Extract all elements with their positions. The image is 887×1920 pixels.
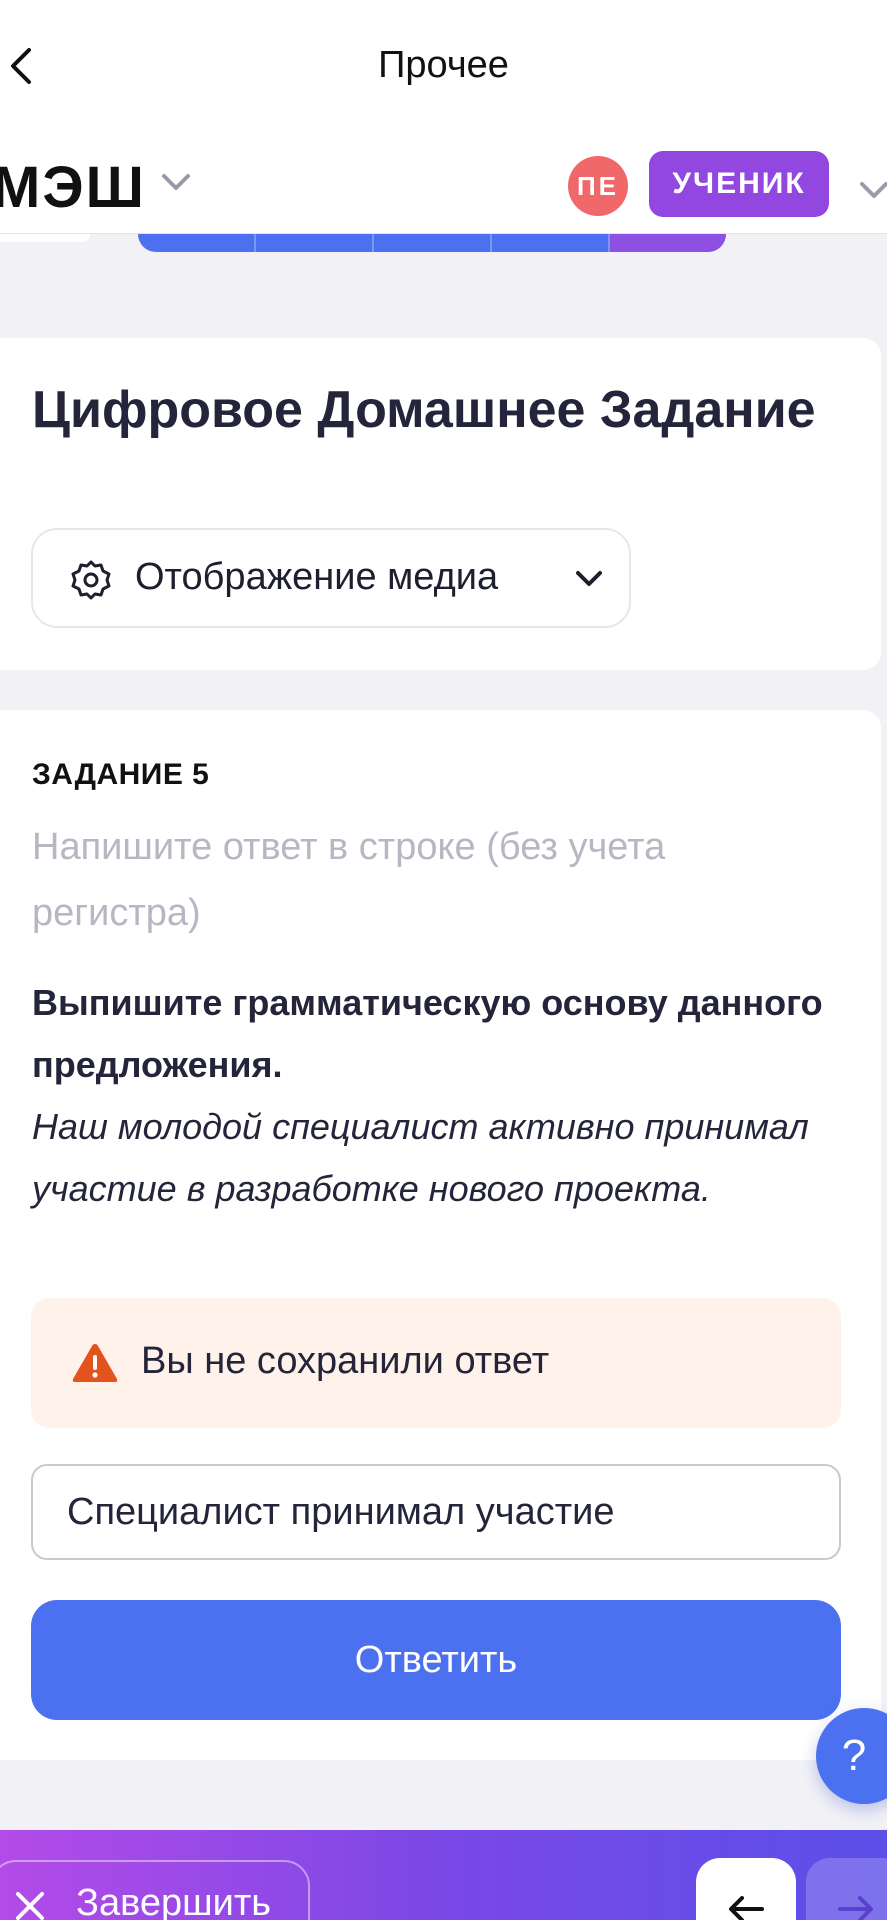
progress-segment[interactable] xyxy=(256,234,374,252)
app-logo[interactable]: МЭШ xyxy=(0,154,146,221)
task-progress-strip[interactable] xyxy=(138,234,726,252)
progress-segment[interactable] xyxy=(374,234,492,252)
next-task-button[interactable] xyxy=(806,1858,887,1920)
chevron-down-icon xyxy=(576,571,602,586)
finish-label: Завершить xyxy=(76,1882,272,1920)
unsaved-warning: Вы не сохранили ответ xyxy=(31,1298,841,1428)
role-badge[interactable]: УЧЕНИК xyxy=(649,151,829,217)
media-display-dropdown[interactable]: Отображение медиа xyxy=(31,528,631,628)
progress-segment[interactable] xyxy=(492,234,610,252)
task-hint: Напишите ответ в строке (без учета регис… xyxy=(32,826,666,934)
progress-segment[interactable] xyxy=(138,234,256,252)
page: Прочее МЭШ ПЕ УЧЕНИК Цифровое Домашнее З… xyxy=(0,0,887,1920)
help-icon: ? xyxy=(841,1731,867,1780)
homework-card: Цифровое Домашнее Задание Отображение ме… xyxy=(0,338,881,670)
arrow-left-icon xyxy=(729,1896,764,1920)
top-nav: Прочее xyxy=(0,0,887,130)
avatar[interactable]: ПЕ xyxy=(568,156,628,216)
prev-task-button[interactable] xyxy=(696,1858,796,1920)
close-icon xyxy=(16,1892,44,1920)
bottom-bar: Завершить xyxy=(0,1830,887,1920)
chevron-down-icon[interactable] xyxy=(160,170,192,194)
nav-title: Прочее xyxy=(378,44,509,86)
chevron-down-icon[interactable] xyxy=(858,178,887,202)
answer-input[interactable] xyxy=(31,1464,841,1560)
submit-answer-button[interactable]: Ответить xyxy=(31,1600,841,1720)
task-sentence: Наш молодой специалист активно принимал … xyxy=(32,1106,809,1209)
scrolled-element xyxy=(0,234,90,242)
task-question: Выпишите грамматическую основу данного п… xyxy=(32,982,823,1085)
gear-icon xyxy=(71,560,111,600)
finish-button[interactable]: Завершить xyxy=(0,1860,310,1920)
homework-title: Цифровое Домашнее Задание xyxy=(32,381,816,439)
arrow-right-icon xyxy=(838,1896,873,1920)
media-display-label: Отображение медиа xyxy=(135,556,499,598)
warning-triangle-icon xyxy=(72,1344,118,1382)
warning-text: Вы не сохранили ответ xyxy=(141,1340,550,1382)
task-card: ЗАДАНИЕ 5 Напишите ответ в строке (без у… xyxy=(0,710,881,1760)
progress-segment-current[interactable] xyxy=(610,234,726,252)
task-number: ЗАДАНИЕ 5 xyxy=(32,758,210,791)
